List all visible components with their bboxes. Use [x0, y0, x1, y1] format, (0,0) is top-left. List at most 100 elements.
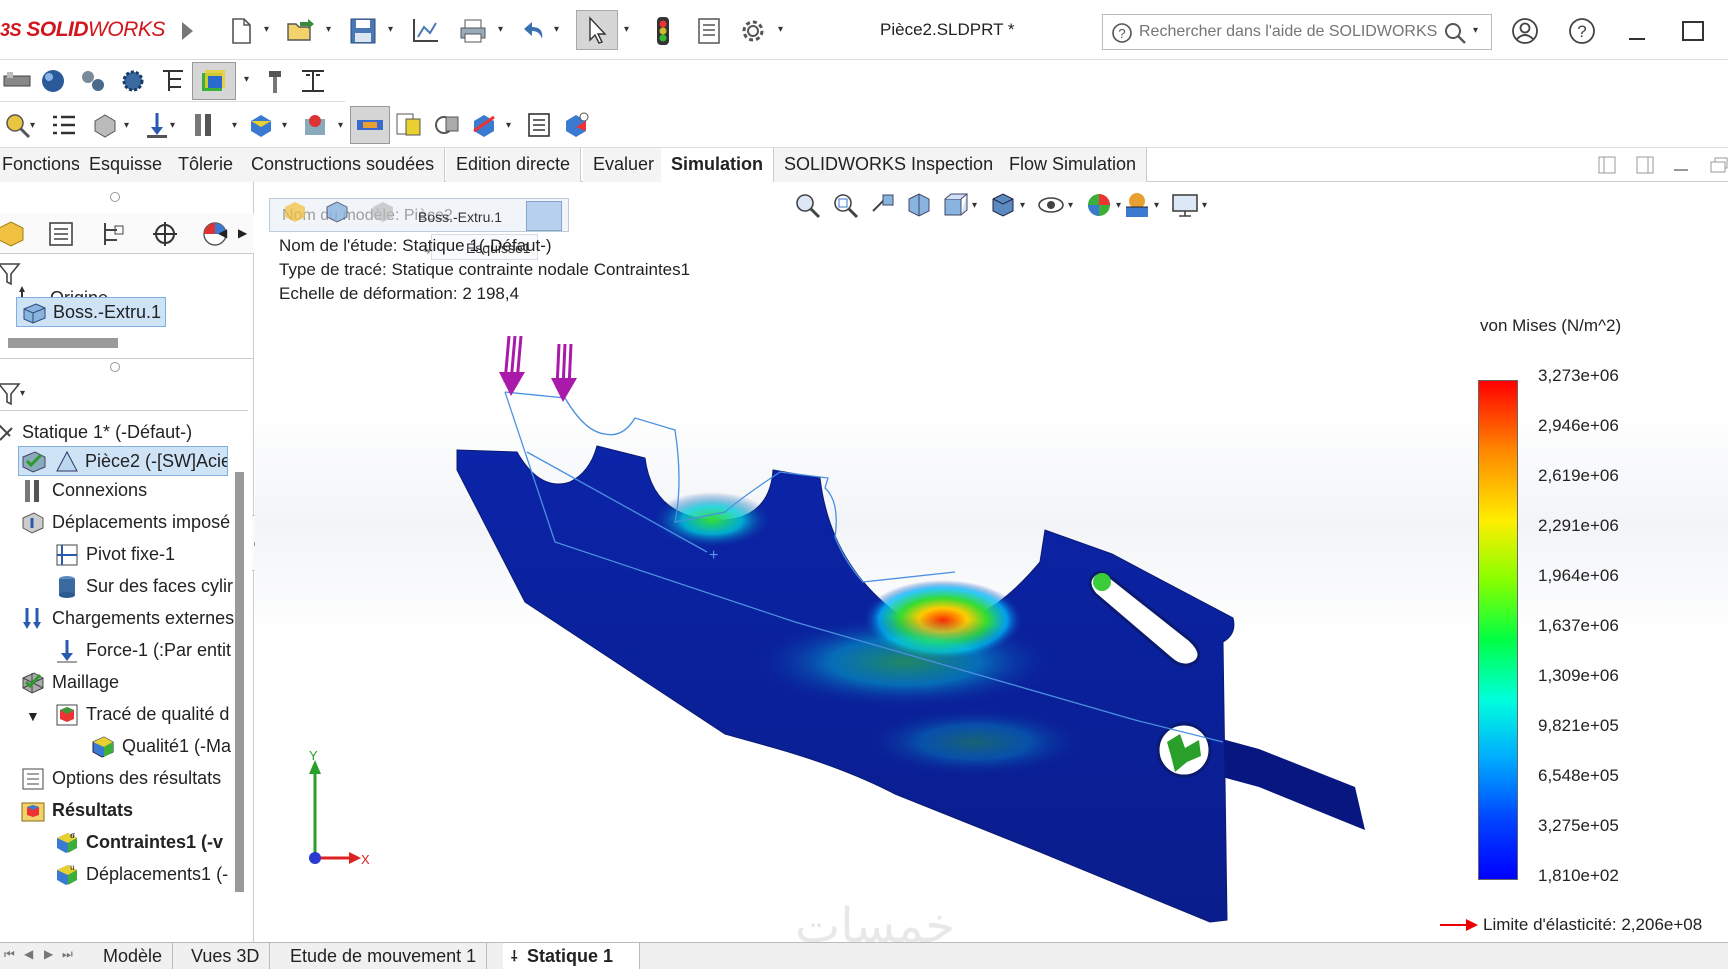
plot-tools-icon[interactable]	[560, 108, 594, 142]
run-this-study-icon[interactable]	[244, 108, 278, 142]
material-dropdown-icon[interactable]: ▾	[124, 120, 129, 131]
tab-statique-1[interactable]: ⸸ Statique 1	[503, 943, 640, 969]
tree-item-maillage[interactable]: Maillage	[20, 670, 119, 696]
open-folder-icon[interactable]	[284, 14, 318, 48]
help-search-input[interactable]	[1139, 23, 1439, 41]
undo-icon[interactable]	[518, 14, 552, 48]
filter-funnel-icon[interactable]	[0, 256, 26, 290]
tree-item-boss-extru-1[interactable]: Boss.-Extru.1	[16, 297, 167, 327]
search-icon[interactable]	[1443, 21, 1467, 50]
tab-modele[interactable]: Modèle	[93, 943, 174, 969]
tree-item-options-resultats[interactable]: Options des résultats	[20, 766, 221, 792]
search-dropdown-icon[interactable]: ▾	[1473, 25, 1478, 36]
new-study-magnifier-icon[interactable]	[0, 108, 34, 142]
connections-dropdown-icon[interactable]: ▾	[232, 120, 237, 131]
options-dropdown-icon[interactable]: ▾	[778, 24, 783, 35]
tab-esquisse[interactable]: Esquisse	[79, 148, 174, 182]
expand-toggle-trace-qualite-icon[interactable]: ▼	[26, 708, 40, 724]
connections-bolt-icon[interactable]	[186, 108, 220, 142]
report-icon[interactable]	[468, 108, 502, 142]
mesh-part-icon[interactable]	[298, 108, 332, 142]
tab-vues-3d[interactable]: Vues 3D	[181, 943, 271, 969]
minimize-window-icon[interactable]	[1620, 14, 1654, 48]
fixture-advisor-icon[interactable]	[140, 108, 174, 142]
tree-item-connexions[interactable]: Connexions	[20, 478, 147, 504]
tab-edition-directe[interactable]: Edition directe	[446, 148, 582, 182]
tree-item-contraintes1[interactable]: σ Contraintes1 (-v	[54, 830, 223, 856]
feature-manager-tab-icon[interactable]	[0, 217, 28, 251]
help-icon[interactable]: ?	[1565, 14, 1599, 48]
tab-evaluer[interactable]: Evaluer	[583, 148, 666, 182]
tab-flow-simulation[interactable]: Flow Simulation	[999, 148, 1148, 182]
study-advisor-icon[interactable]	[0, 64, 34, 98]
tree-item-chargements-externes[interactable]: Chargements externes	[20, 606, 234, 632]
tree-item-deplacements1[interactable]: u Déplacements1 (-	[54, 862, 228, 888]
fixture-dropdown-icon[interactable]: ▾	[170, 120, 175, 131]
user-account-icon[interactable]	[1508, 14, 1542, 48]
pane-minimize-icon[interactable]	[1664, 148, 1698, 182]
print-icon[interactable]	[456, 14, 490, 48]
undo-dropdown-icon[interactable]: ▾	[554, 24, 559, 35]
design-study-icon[interactable]	[430, 108, 464, 142]
tab-fonctions[interactable]: Fonctions	[0, 148, 92, 182]
mesh-gear-icon[interactable]	[116, 64, 150, 98]
mesh-part-dropdown-icon[interactable]: ▾	[338, 120, 343, 131]
tab-etude-mouvement-1[interactable]: Etude de mouvement 1	[280, 943, 488, 969]
tab-tolerie[interactable]: Tôlerie	[168, 148, 245, 182]
file-properties-icon[interactable]	[692, 14, 726, 48]
tab-simulation[interactable]: Simulation	[661, 148, 775, 182]
compare-results-icon[interactable]	[296, 64, 330, 98]
tree-item-sur-faces-cylindriques[interactable]: Sur des faces cylir	[54, 574, 233, 600]
run-study-icon[interactable]	[192, 62, 236, 100]
tree-item-qualite1[interactable]: Qualité1 (-Ma	[90, 734, 231, 760]
results-list-icon[interactable]	[522, 108, 556, 142]
apply-material-icon[interactable]	[88, 108, 122, 142]
run-dropdown-icon[interactable]: ▾	[244, 74, 249, 85]
tree-item-deplacements-imposes[interactable]: Déplacements imposé	[20, 510, 230, 536]
rebuild-traffic-light-icon[interactable]	[646, 14, 680, 48]
configuration-manager-tab-icon[interactable]	[96, 217, 130, 251]
maximize-window-icon[interactable]	[1676, 14, 1710, 48]
options-gear-icon[interactable]	[736, 14, 770, 48]
expand-menu-arrow-icon[interactable]	[170, 14, 204, 48]
drawing-from-part-icon[interactable]	[408, 14, 442, 48]
new-dropdown-icon[interactable]: ▾	[264, 24, 269, 35]
tab-scroll-right-icon[interactable]: ▶	[238, 226, 247, 240]
last-tab-arrow-icon[interactable]: ⏭	[62, 947, 73, 962]
print-dropdown-icon[interactable]: ▾	[498, 24, 503, 35]
pane-collapse-left-icon[interactable]	[1590, 148, 1624, 182]
help-search-box[interactable]: ? ▾	[1102, 14, 1492, 50]
tree-item-resultats[interactable]: Résultats	[20, 798, 133, 824]
material-sphere-icon[interactable]	[36, 64, 70, 98]
tree-item-statique-1[interactable]: Statique 1* (-Défaut-)	[0, 420, 192, 446]
select-dropdown-icon[interactable]: ▾	[624, 24, 629, 35]
select-pointer-icon[interactable]	[576, 10, 618, 50]
connections-advisor-icon[interactable]	[76, 64, 110, 98]
new-study-dropdown-icon[interactable]: ▾	[30, 120, 35, 131]
simulation-filter-dropdown-icon[interactable]: ▾	[20, 388, 25, 399]
solidworks-logo[interactable]: 3S SOLIDWORKS	[0, 18, 165, 42]
fixtures-tree-icon[interactable]	[156, 64, 190, 98]
pane-collapse-right-icon[interactable]	[1628, 148, 1662, 182]
feature-tree-horizontal-scrollbar[interactable]	[8, 338, 118, 348]
dimxpert-tab-icon[interactable]	[148, 217, 182, 251]
tab-constructions-soudees[interactable]: Constructions soudées	[241, 148, 446, 182]
deformed-result-icon[interactable]	[350, 106, 390, 144]
results-advisor-icon[interactable]	[258, 64, 292, 98]
tab-solidworks-inspection[interactable]: SOLIDWORKS Inspection	[774, 148, 1005, 182]
list-properties-icon[interactable]	[46, 108, 80, 142]
splitter-dot-middle[interactable]	[110, 362, 120, 372]
tree-item-piece2-material[interactable]: Pièce2 (-[SW]Acie	[18, 446, 228, 476]
first-tab-arrow-icon[interactable]: ⏮	[4, 947, 15, 962]
simulation-tree-vertical-scrollbar[interactable]	[235, 472, 244, 892]
tree-item-trace-qualite[interactable]: Tracé de qualité d	[54, 702, 229, 728]
report-dropdown-icon[interactable]: ▾	[506, 120, 511, 131]
run-study-dropdown-icon[interactable]: ▾	[282, 120, 287, 131]
save-dropdown-icon[interactable]: ▾	[388, 24, 393, 35]
property-manager-tab-icon[interactable]	[44, 217, 78, 251]
tree-item-pivot-fixe-1[interactable]: Pivot fixe-1	[54, 542, 175, 568]
compare-plots-icon[interactable]	[392, 108, 426, 142]
open-dropdown-icon[interactable]: ▾	[326, 24, 331, 35]
tree-item-force-1[interactable]: Force-1 (:Par entit	[54, 638, 231, 664]
tab-scroll-left-icon[interactable]: ◀	[218, 226, 227, 240]
